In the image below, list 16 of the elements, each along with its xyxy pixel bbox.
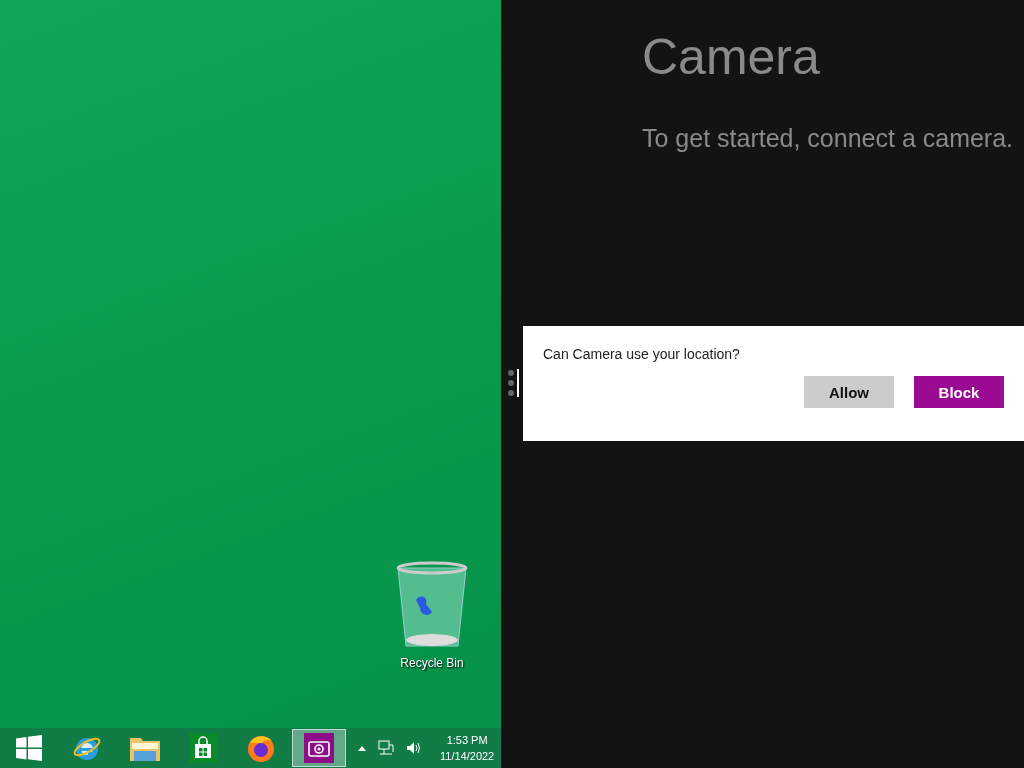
firefox-icon — [246, 733, 276, 763]
taskbar-button[interactable] — [292, 729, 346, 767]
desktop-icon-label[interactable]: Recycle Bin — [400, 656, 464, 670]
network-icon[interactable] — [378, 740, 394, 756]
windows-logo-icon — [16, 735, 42, 761]
app-title: Camera — [642, 28, 821, 86]
status-message: To get started, connect a camera. — [642, 124, 1015, 153]
dialog-question: Can Camera use your location? — [543, 346, 741, 362]
camera-icon — [304, 733, 334, 763]
splitter-handle-icon[interactable] — [507, 369, 521, 397]
shopping-bag-icon — [189, 733, 217, 763]
allow-button[interactable]: Allow — [804, 376, 894, 408]
block-button[interactable]: Block — [914, 376, 1004, 408]
speaker-icon[interactable] — [406, 741, 422, 755]
caret-up-icon[interactable] — [358, 745, 366, 751]
clock[interactable]: 1:53 PM 11/14/2022 — [440, 732, 495, 764]
